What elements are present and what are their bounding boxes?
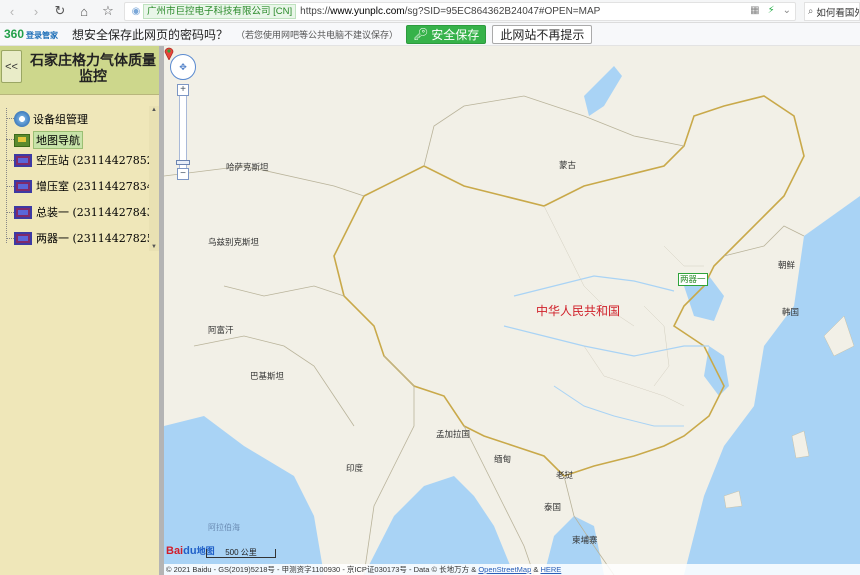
globe-icon: ◉ bbox=[131, 6, 141, 17]
map-zoom-control: ✥ + − bbox=[170, 54, 196, 184]
tree-item-map-nav[interactable]: 地图导航 bbox=[14, 130, 83, 150]
back-icon[interactable]: ‹ bbox=[0, 1, 24, 21]
grid-icon[interactable]: ▦ bbox=[750, 5, 759, 16]
map-icon bbox=[14, 133, 30, 147]
address-bar[interactable]: ◉ 广州市巨控电子科技有限公司 [CN] https://www.yunplc.… bbox=[124, 2, 796, 21]
gear-icon bbox=[14, 111, 30, 127]
map-label-thailand: 泰国 bbox=[544, 502, 562, 512]
speed-icon[interactable]: ⚡ bbox=[768, 5, 775, 16]
tree-item-device[interactable]: 两器一 (23114427825) bbox=[14, 228, 158, 248]
login-manager-logo: 360 登录管家 bbox=[4, 27, 59, 41]
map-scale-bar: 500 公里 bbox=[206, 549, 276, 558]
map-label-north-korea: 朝鲜 bbox=[778, 260, 796, 270]
zoom-slider-track[interactable] bbox=[179, 84, 187, 180]
tree-item-device[interactable]: 空压站 (23114427852) bbox=[14, 150, 158, 170]
browser-toolbar: ‹ › ↻ ⌂ ☆ ◉ 广州市巨控电子科技有限公司 [CN] https://w… bbox=[0, 0, 860, 23]
search-icon: ⌕ bbox=[808, 6, 814, 17]
map-copyright: © 2021 Baidu - GS(2019)5218号 - 甲测资字11009… bbox=[164, 564, 860, 575]
map-label-pakistan: 巴基斯坦 bbox=[250, 371, 285, 381]
sidebar: << 石家庄格力气体质量监控 设备组管理 地图导航 空压站 (231144278… bbox=[0, 46, 163, 575]
sidebar-title: 石家庄格力气体质量监控 bbox=[30, 53, 156, 85]
here-link[interactable]: HERE bbox=[540, 565, 561, 574]
reload-icon[interactable]: ↻ bbox=[48, 1, 72, 21]
map-label-kazakhstan: 哈萨克斯坦 bbox=[226, 162, 269, 172]
dropdown-icon[interactable]: ⌄ bbox=[783, 5, 791, 16]
scroll-up-icon[interactable]: ▲ bbox=[150, 106, 158, 114]
tree-item-device[interactable]: 总装一 (23114427843) bbox=[14, 202, 158, 222]
collapse-sidebar-button[interactable]: << bbox=[1, 50, 22, 83]
sidebar-scrollbar[interactable]: ▲ ▼ bbox=[149, 106, 159, 251]
zoom-out-button[interactable]: − bbox=[177, 168, 189, 180]
password-question: 想安全保存此网页的密码吗？ bbox=[72, 27, 229, 42]
map-label-afghanistan: 阿富汗 bbox=[208, 325, 234, 335]
password-note: （若您使用网吧等公共电脑不建议保存） bbox=[236, 29, 399, 40]
map-label-uzbekistan: 乌兹别克斯坦 bbox=[208, 237, 260, 247]
certificate-badge[interactable]: 广州市巨控电子科技有限公司 [CN] bbox=[143, 4, 297, 19]
openstreetmap-link[interactable]: OpenStreetMap bbox=[478, 565, 531, 574]
device-icon bbox=[14, 153, 32, 167]
search-input[interactable]: ⌕ 如何看国外 bbox=[804, 2, 860, 21]
sidebar-header: << 石家庄格力气体质量监控 bbox=[0, 46, 160, 95]
scroll-down-icon[interactable]: ▼ bbox=[150, 243, 158, 251]
map-label-india: 印度 bbox=[346, 463, 364, 473]
password-prompt-bar: 360 登录管家 想安全保存此网页的密码吗？ （若您使用网吧等公共电脑不建议保存）… bbox=[0, 23, 860, 46]
save-password-button[interactable]: 🔑︎ 安全保存 bbox=[406, 24, 487, 44]
map-label-mongolia: 蒙古 bbox=[559, 160, 577, 170]
zoom-slider-handle[interactable] bbox=[176, 160, 190, 165]
country-label: 中华人民共和国 bbox=[536, 304, 621, 318]
map-label-laos: 老挝 bbox=[556, 470, 574, 480]
map-label-arabian-sea: 阿拉伯海 bbox=[208, 523, 240, 532]
forward-icon[interactable]: › bbox=[24, 1, 48, 21]
bookmark-icon[interactable]: ☆ bbox=[96, 1, 120, 21]
home-icon[interactable]: ⌂ bbox=[72, 1, 96, 21]
location-pin-icon[interactable] bbox=[164, 46, 174, 60]
url-text[interactable]: https://www.yunplc.com/sg?SID=95EC864362… bbox=[300, 6, 600, 17]
map-base bbox=[164, 66, 860, 575]
map-label-cambodia: 柬埔寨 bbox=[572, 535, 598, 545]
map-label-bangladesh: 孟加拉国 bbox=[436, 429, 471, 439]
never-prompt-button[interactable]: 此网站不再提示 bbox=[492, 24, 593, 44]
map-canvas[interactable]: 中华人民共和国 蒙古 哈萨克斯坦 乌兹别克斯坦 阿富汗 巴基斯坦 印度 孟加拉国… bbox=[164, 46, 860, 575]
device-icon bbox=[14, 231, 32, 245]
key-icon: 🔑︎ bbox=[413, 27, 429, 41]
zoom-in-button[interactable]: + bbox=[177, 84, 189, 96]
device-icon bbox=[14, 179, 32, 193]
marker-label[interactable]: 两器一 bbox=[678, 273, 708, 286]
tree-item-device-group[interactable]: 设备组管理 bbox=[14, 109, 88, 129]
map-label-myanmar: 缅甸 bbox=[494, 454, 512, 464]
tree-item-device[interactable]: 增压室 (23114427834) bbox=[14, 176, 158, 196]
device-icon bbox=[14, 205, 32, 219]
map-label-south-korea: 韩国 bbox=[782, 307, 800, 317]
